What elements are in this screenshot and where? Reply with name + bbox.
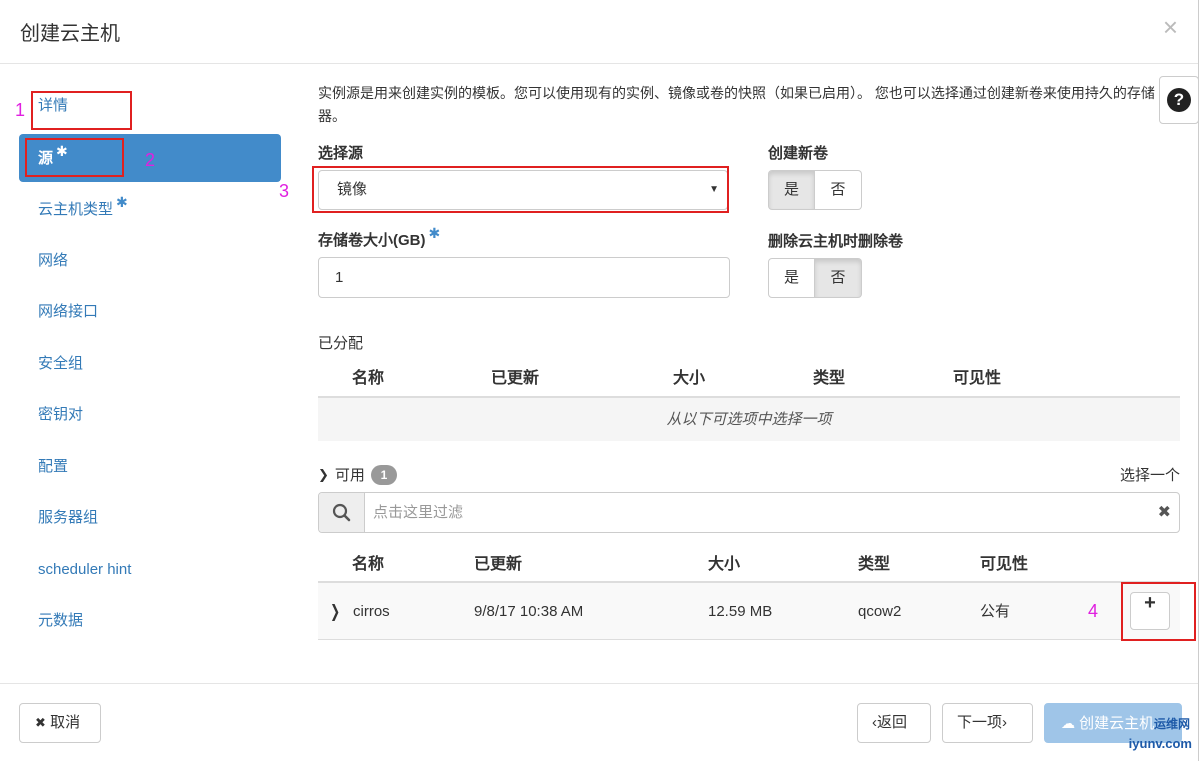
sidebar-item-source[interactable]: 源 ✱ [19,133,281,182]
column-header: 名称 [352,370,385,387]
create-volume-toggle: 是 否 [768,170,862,210]
intro-text: 实例源是用来创建实例的模板。您可以使用现有的实例、镜像或卷的快照（如果已启用）。… [318,85,1155,124]
column-header: 已更新 [474,556,523,573]
create-volume-no-button[interactable]: 否 [815,170,862,210]
column-header: 已更新 [491,370,540,387]
sidebar-item-scheduler-hint[interactable]: scheduler hint [19,546,281,594]
column-header: 大小 [708,556,741,573]
filter-placeholder: 点击这里过滤 [373,504,464,521]
sidebar-item-configuration[interactable]: 配置 [19,443,281,491]
sidebar-item-network-ports[interactable]: 网络接口 [19,288,281,336]
source-select[interactable]: 镜像 ▼ [318,170,728,210]
sidebar-item-server-groups[interactable]: 服务器组 [19,494,281,542]
sidebar-item-networks[interactable]: 网络 [19,237,281,285]
chevron-down-icon: ❯ [318,466,329,482]
dialog-footer: ✖ 取消 ‹返回 下一项› ☁ 创建云主机 运维网 iyunv.com [0,683,1198,761]
watermark-logo: 运维网 [1153,717,1190,731]
delete-volume-yes-button[interactable]: 是 [768,258,815,298]
column-header: 类型 [813,370,846,387]
wizard-steps-nav: 详情 源 ✱ 云主机类型 ✱ 网络 网络接口 安全组 密钥对 配置 服务器组 sch… [19,82,281,649]
column-header: 名称 [352,556,385,573]
expand-chevron-icon[interactable]: ❯ [330,583,340,640]
delete-volume-toggle: 是 否 [768,258,862,298]
question-icon: ? [1167,88,1191,112]
sidebar-item-flavor[interactable]: 云主机类型 ✱ [19,185,281,233]
plus-icon: + [1144,592,1156,614]
volume-size-input[interactable]: 1 [318,257,730,298]
image-visibility: 公有 [980,603,1011,620]
dialog-title: 创建云主机 [20,23,120,45]
watermark-url: iyunv.com [1128,736,1192,751]
column-header: 大小 [673,370,706,387]
image-name: cirros [353,603,390,620]
delete-volume-label: 删除云主机时删除卷 [768,233,904,250]
add-image-button[interactable]: + [1130,592,1170,630]
sidebar-item-key-pair[interactable]: 密钥对 [19,391,281,439]
close-icon[interactable]: × [1163,12,1178,43]
available-toggle[interactable]: ❯ 可用 1 [318,464,397,485]
image-size: 12.59 MB [708,603,773,620]
next-button[interactable]: 下一项› [942,703,1033,743]
dialog-header: 创建云主机 × [0,0,1198,64]
close-icon: ✖ [35,715,46,730]
back-button[interactable]: ‹返回 [857,703,931,743]
allocated-table-header: 名称 已更新 大小 类型 可见性 [318,364,1180,394]
create-volume-yes-button[interactable]: 是 [768,170,815,210]
filter-input[interactable]: 点击这里过滤 ✖ [318,492,1180,533]
cloud-upload-icon: ☁ [1061,715,1075,731]
source-select-value: 镜像 [337,181,368,198]
source-label: 选择源 [318,145,364,162]
required-icon: ✱ [428,225,441,241]
create-volume-label: 创建新卷 [768,145,829,162]
select-one-hint: 选择一个 [1119,467,1180,484]
sidebar-item-security-groups[interactable]: 安全组 [19,340,281,388]
clear-icon[interactable]: ✖ [1158,493,1171,532]
create-instance-dialog: 创建云主机 × 详情 源 ✱ 云主机类型 ✱ 网络 网络接口 安全组 密钥对 配置 … [0,0,1199,761]
available-title: 可用 [334,467,365,484]
image-updated: 9/8/17 10:38 AM [474,603,584,620]
delete-volume-no-button[interactable]: 否 [815,258,862,298]
available-count-badge: 1 [370,464,397,485]
column-header: 类型 [858,556,891,573]
required-icon: ✱ [116,194,128,210]
cancel-button[interactable]: ✖ 取消 [19,703,101,743]
column-header: 可见性 [980,556,1029,573]
required-icon: ✱ [56,142,68,159]
allocated-title: 已分配 [318,335,364,352]
help-button[interactable]: ? [1159,76,1199,124]
table-row: ❯ cirros 9/8/17 10:38 AM 12.59 MB qcow2 … [318,581,1180,640]
search-icon [319,493,365,532]
volume-size-label: 存储卷大小(GB) ✱ [318,225,441,249]
image-type: qcow2 [858,603,902,620]
sidebar-item-metadata[interactable]: 元数据 [19,597,281,645]
sidebar-item-details[interactable]: 详情 [19,82,281,130]
allocated-empty-row: 从以下可选项中选择一项 [318,396,1180,441]
column-header: 可见性 [953,370,1002,387]
available-table-header: 名称 已更新 大小 类型 可见性 [318,550,1180,580]
caret-down-icon: ▼ [709,184,719,195]
